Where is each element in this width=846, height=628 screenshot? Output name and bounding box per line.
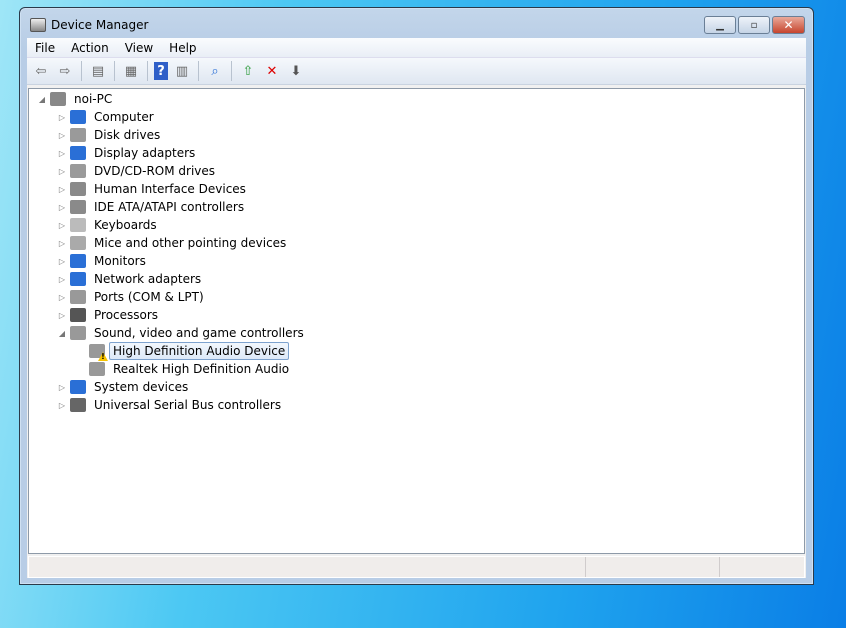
menu-file[interactable]: File	[27, 41, 63, 55]
title-bar: Device Manager	[30, 16, 148, 34]
tree-category[interactable]: ▷ Computer	[57, 108, 158, 126]
maximize-button[interactable]: ▫	[738, 16, 770, 34]
expand-icon[interactable]: ▷	[57, 221, 67, 230]
toolbar: ⇦ ⇨ ▤ ▦ ? ▥ ⌕ ⇧ ✕ ⬇	[27, 58, 806, 85]
tree-category[interactable]: ▷ Processors	[57, 306, 162, 324]
properties-icon[interactable]: ▦	[121, 61, 141, 81]
forward-icon[interactable]: ⇨	[55, 61, 75, 81]
tree-item-label: DVD/CD-ROM drives	[94, 164, 216, 178]
help-icon[interactable]: ?	[154, 62, 168, 80]
menu-bar: File Action View Help	[27, 38, 806, 58]
tree-category[interactable]: ▷ Disk drives	[57, 126, 164, 144]
expand-icon[interactable]: ▷	[57, 167, 67, 176]
expand-icon[interactable]: ▷	[57, 401, 67, 410]
update-driver-icon[interactable]: ⇧	[238, 61, 258, 81]
status-bar	[28, 556, 805, 578]
device-icon	[70, 254, 86, 268]
tree-category[interactable]: ▷ Universal Serial Bus controllers	[57, 396, 285, 414]
expand-icon[interactable]: ▷	[57, 185, 67, 194]
expand-icon[interactable]: ▷	[57, 239, 67, 248]
tree-category[interactable]: ▷ System devices	[57, 378, 192, 396]
device-icon	[70, 326, 86, 340]
device-icon	[70, 308, 86, 322]
tree-item-label: Computer	[94, 110, 154, 124]
tree-item-label: Network adapters	[94, 272, 202, 286]
back-icon[interactable]: ⇦	[31, 61, 51, 81]
tree-item-label: Mice and other pointing devices	[94, 236, 287, 250]
tree-device[interactable]: Realtek High Definition Audio	[76, 360, 293, 378]
device-icon	[70, 200, 86, 214]
disable-icon[interactable]: ⬇	[286, 61, 306, 81]
show-action-pane-icon[interactable]: ▥	[172, 61, 192, 81]
tree-category[interactable]: ◢ Sound, video and game controllers	[57, 324, 308, 342]
tree-device[interactable]: High Definition Audio Device	[76, 342, 290, 360]
expand-icon[interactable]: ▷	[57, 383, 67, 392]
tree-item-label: Keyboards	[94, 218, 157, 232]
tree-category[interactable]: ▷ Keyboards	[57, 216, 161, 234]
device-icon	[70, 146, 86, 160]
device-icon	[70, 128, 86, 142]
expand-icon[interactable]: ▷	[57, 131, 67, 140]
device-manager-icon	[30, 18, 46, 32]
tree-root-computer[interactable]: ◢ noi-PC	[37, 90, 116, 108]
expand-icon[interactable]: ▷	[57, 149, 67, 158]
tree-category[interactable]: ▷ Display adapters	[57, 144, 199, 162]
tree-item-label: Disk drives	[94, 128, 161, 142]
device-icon	[70, 164, 86, 178]
tree-category[interactable]: ▷ Monitors	[57, 252, 150, 270]
expand-icon[interactable]: ▷	[57, 203, 67, 212]
device-icon	[70, 182, 86, 196]
show-hide-console-tree-icon[interactable]: ▤	[88, 61, 108, 81]
tree-category[interactable]: ▷ Network adapters	[57, 270, 205, 288]
tree-item-label: Processors	[94, 308, 159, 322]
device-icon	[70, 398, 86, 412]
collapse-icon[interactable]: ◢	[37, 95, 47, 104]
close-button[interactable]: ✕	[772, 16, 805, 34]
device-icon	[70, 110, 86, 124]
menu-help[interactable]: Help	[161, 41, 204, 55]
tree-item-label: noi-PC	[74, 92, 113, 106]
tree-item-label: Monitors	[94, 254, 146, 268]
tree-item-label: Sound, video and game controllers	[94, 326, 304, 340]
tree-category[interactable]: ▷ Ports (COM & LPT)	[57, 288, 208, 306]
scan-hardware-icon[interactable]: ⌕	[205, 61, 225, 81]
warning-device-icon	[89, 344, 105, 358]
tree-category[interactable]: ▷ DVD/CD-ROM drives	[57, 162, 219, 180]
tree-item-label: System devices	[94, 380, 189, 394]
device-icon	[70, 236, 86, 250]
device-icon	[50, 92, 66, 106]
device-icon	[89, 362, 105, 376]
tree-category[interactable]: ▷ Mice and other pointing devices	[57, 234, 290, 252]
tree-item-label: Realtek High Definition Audio	[113, 362, 290, 376]
expand-icon[interactable]: ▷	[57, 257, 67, 266]
expand-icon[interactable]: ▷	[57, 293, 67, 302]
device-manager-window: Device Manager ▁ ▫ ✕ File Action View He…	[19, 7, 814, 585]
tree-item-label: High Definition Audio Device	[109, 342, 290, 360]
tree-item-label: Universal Serial Bus controllers	[94, 398, 282, 412]
tree-item-label: Ports (COM & LPT)	[94, 290, 204, 304]
device-icon	[70, 290, 86, 304]
menu-action[interactable]: Action	[63, 41, 117, 55]
minimize-button[interactable]: ▁	[704, 16, 736, 34]
uninstall-icon[interactable]: ✕	[262, 61, 282, 81]
tree-item-label: Human Interface Devices	[94, 182, 246, 196]
tree-item-label: Display adapters	[94, 146, 196, 160]
tree-category[interactable]: ▷ Human Interface Devices	[57, 180, 250, 198]
device-icon	[70, 272, 86, 286]
device-icon	[70, 380, 86, 394]
device-tree[interactable]: ◢ noi-PC ▷ Computer ▷ Disk drives ▷ Display ada…	[28, 88, 805, 554]
expand-icon[interactable]: ▷	[57, 113, 67, 122]
menu-view[interactable]: View	[117, 41, 161, 55]
window-title: Device Manager	[51, 18, 149, 32]
device-icon	[70, 218, 86, 232]
collapse-icon[interactable]: ◢	[57, 329, 67, 338]
expand-icon[interactable]: ▷	[57, 275, 67, 284]
tree-item-label: IDE ATA/ATAPI controllers	[94, 200, 245, 214]
tree-category[interactable]: ▷ IDE ATA/ATAPI controllers	[57, 198, 248, 216]
expand-icon[interactable]: ▷	[57, 311, 67, 320]
